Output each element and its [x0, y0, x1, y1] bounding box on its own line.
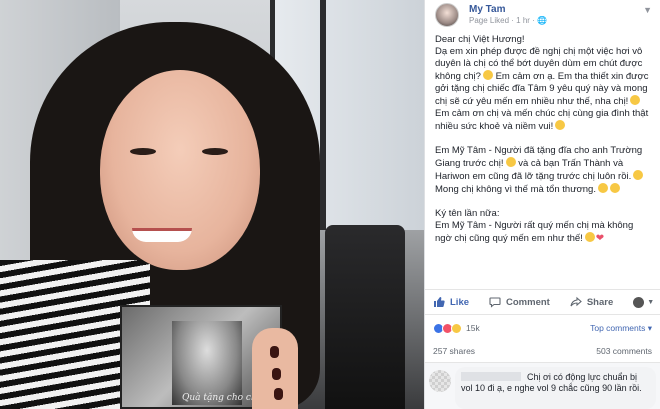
comment-bubble: Chị ơi có động lực chuẩn bị vol 10 đi ạ,… — [455, 367, 656, 409]
post-meta: Page Liked · 1 hr · 🌐 — [469, 16, 548, 25]
comment-icon — [489, 297, 501, 308]
smile-emoji-icon — [555, 120, 566, 130]
share-icon — [570, 296, 582, 307]
blurred-commenter-name — [461, 372, 521, 381]
smile — [132, 228, 192, 242]
haha-reaction-icon — [451, 322, 462, 334]
post-photo[interactable]: Quà tặng cho chị — [0, 0, 424, 409]
reactions-row: 15k Top comments ▾ — [433, 321, 652, 335]
reaction-count[interactable]: 15k — [466, 323, 480, 333]
share-as-selector[interactable]: ▼ — [633, 296, 655, 308]
share-button[interactable]: Share — [570, 296, 613, 308]
smile-emoji-icon — [598, 183, 608, 193]
comments-count[interactable]: 503 comments — [596, 346, 652, 360]
background-chair — [325, 225, 405, 409]
post-header: My Tam Page Liked · 1 hr · 🌐 ▼ — [435, 3, 652, 27]
heart-icon: ❤ — [595, 233, 605, 244]
smile-emoji-icon — [630, 95, 641, 105]
left-eye — [130, 148, 156, 155]
window-frame — [320, 0, 326, 230]
nail — [274, 388, 283, 400]
grin-emoji-icon — [610, 183, 620, 193]
post-paragraph: Ký tên lần nữa: Em Mỹ Tâm - Người rất qu… — [435, 208, 634, 244]
commenter-avatar[interactable] — [429, 370, 451, 392]
like-button[interactable]: Like — [433, 296, 469, 308]
page-avatar[interactable] — [435, 3, 459, 27]
chevron-down-icon[interactable]: ▼ — [643, 5, 652, 15]
post-paragraph: Em Mỹ Tâm - Người đã tặng đĩa cho anh Tr… — [435, 145, 644, 195]
smile-emoji-icon — [584, 232, 595, 242]
comment-button[interactable]: Comment — [489, 296, 550, 308]
smile-emoji-icon — [505, 157, 516, 167]
globe-icon: 🌐 — [537, 16, 548, 25]
smile-emoji-icon — [633, 170, 644, 180]
hand — [252, 328, 298, 409]
right-eye — [202, 148, 228, 155]
action-bar: Like Comment Share ▼ — [425, 289, 660, 315]
thumbs-up-icon — [434, 297, 445, 307]
cd-signature: Quà tặng cho chị — [182, 393, 260, 403]
caret-down-icon: ▼ — [647, 298, 655, 306]
mini-avatar — [633, 296, 645, 308]
page-name[interactable]: My Tam — [469, 4, 506, 15]
shares-count[interactable]: 257 shares — [433, 346, 475, 360]
post-stats: 257 shares 503 comments — [433, 346, 652, 360]
top-comments-dropdown[interactable]: Top comments ▾ — [590, 323, 652, 334]
nail — [270, 346, 279, 358]
nail — [272, 368, 281, 380]
smile-emoji-icon — [482, 70, 493, 80]
post-paragraph: Dear chị Việt Hương! Dạ em xin phép được… — [435, 34, 649, 132]
comments-section: Chị ơi có động lực chuẩn bị vol 10 đi ạ,… — [425, 362, 660, 409]
post-text: Dear chị Việt Hương! Dạ em xin phép được… — [435, 34, 650, 257]
post-panel: My Tam Page Liked · 1 hr · 🌐 ▼ Dear chị … — [424, 0, 660, 409]
